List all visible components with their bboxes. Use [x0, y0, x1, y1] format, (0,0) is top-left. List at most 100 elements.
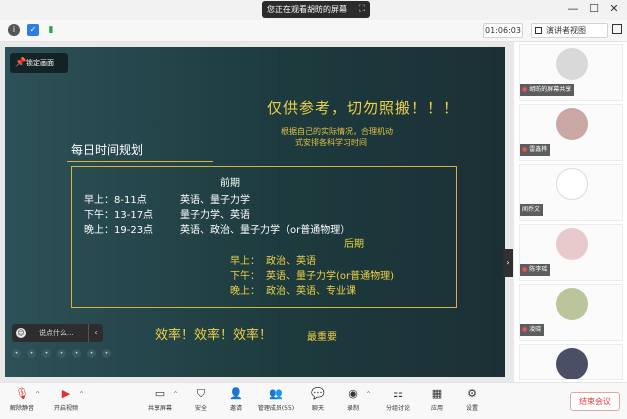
participant-tile[interactable]: ● 胡昉的屏幕共享 [519, 44, 623, 101]
chevron-up-icon[interactable]: ^ [79, 391, 84, 398]
participant-name: 雷鑫桦 [529, 146, 548, 153]
expand-icon[interactable]: ⛶ [359, 1, 365, 18]
avatar [556, 168, 588, 200]
participant-name-strip: ● 雷鑫桦 [520, 144, 551, 156]
early-evening-subjects: 英语、政治、量子力学（or普通物理） [180, 225, 351, 236]
participant-tile[interactable]: ● 凌晓 [519, 284, 623, 341]
invite-button[interactable]: 👤 邀请 [216, 387, 256, 419]
draw-tool-icon[interactable]: • [27, 349, 36, 358]
close-button[interactable]: ✕ [607, 2, 621, 16]
participant-panel: ● 胡昉的屏幕共享 ● 雷鑫桦 闻乔文 ● 陈李瑶 ● 凌晓 [515, 42, 627, 382]
text-tool-icon[interactable]: • [42, 349, 51, 358]
speaker-view-button[interactable]: 演讲者视图 [531, 23, 608, 38]
manage-members-button[interactable]: 👥 管理成员(55) [256, 387, 296, 419]
participant-tile[interactable]: ● 陈李瑶 [519, 224, 623, 281]
avatar [556, 348, 588, 379]
screen-share-banner[interactable]: 您正在观看胡昉的屏幕 ⛶ [262, 1, 370, 18]
apps-label: 应用 [430, 405, 443, 412]
participant-tile[interactable]: 闻乔文 [519, 164, 623, 221]
late-morning-subjects: 政治、英语 [266, 256, 316, 267]
late-afternoon-subjects: 英语、量子力学(or普通物理) [266, 271, 395, 282]
participant-tile[interactable]: ● 雷鑫桦 [519, 104, 623, 161]
comment-bar[interactable]: ☺ 说点什么... ‹ [12, 324, 103, 342]
late-phase-heading: 后期 [344, 239, 364, 250]
maximize-button[interactable]: ☐ [587, 2, 601, 16]
participant-name: 陈李瑶 [529, 266, 548, 273]
eraser-tool-icon[interactable]: • [57, 349, 66, 358]
lock-view-button[interactable]: 📌 锁定画面 [10, 53, 68, 73]
record-icon: ◉ [348, 387, 358, 400]
invite-label: 邀请 [229, 405, 242, 412]
invite-icon: 👤 [229, 387, 243, 400]
video-off-icon: ▶ [61, 387, 71, 400]
end-meeting-button[interactable]: 结束会议 [570, 392, 620, 411]
info-icon[interactable]: i [8, 24, 20, 36]
participant-tile[interactable] [519, 344, 623, 380]
early-evening-time: 晚上：19-23点 [84, 225, 154, 236]
late-morning-time: 早上： [230, 256, 260, 267]
chat-icon: 💬 [311, 387, 325, 400]
pointer-tool-icon[interactable]: • [12, 349, 21, 358]
shared-screen-stage: 📌 锁定画面 仅供参考，切勿照搬！！！ 根据自己的实际情况，合理机动 式安排各科… [0, 42, 514, 382]
participant-name: 闻乔文 [522, 206, 541, 213]
undo-tool-icon[interactable]: • [87, 349, 96, 358]
grid-icon [535, 27, 542, 34]
late-evening-time: 晚上： [230, 286, 260, 297]
panel-toggle-icon[interactable]: › [503, 249, 513, 277]
collapse-arrow-icon[interactable]: ‹ [88, 324, 103, 342]
apps-button[interactable]: ▦ 应用 [417, 387, 457, 419]
settings-button[interactable]: ⚙ 设置 [452, 387, 492, 419]
participant-name-strip: ● 陈李瑶 [520, 264, 551, 276]
minimize-button[interactable]: — [566, 2, 580, 16]
chevron-up-icon[interactable]: ^ [366, 391, 371, 398]
slogan: 效率！效率！效率！ [155, 328, 273, 343]
participant-name: 胡昉的屏幕共享 [529, 86, 572, 93]
lock-view-label: 锁定画面 [26, 59, 54, 67]
chevron-up-icon[interactable]: ^ [173, 391, 178, 398]
share-screen-icon: ▭ [154, 387, 166, 400]
start-video-button[interactable]: ▶ 开启视频 ^ [46, 387, 86, 419]
signal-icon[interactable]: ▮ [45, 24, 57, 36]
early-afternoon-subjects: 量子力学、英语 [180, 210, 250, 221]
security-button[interactable]: ⛉ 安全 [181, 387, 221, 419]
meeting-controls-bar: 🎙 解除静音 ^ ▶ 开启视频 ^ ▭ 共享屏幕 ^ ⛉ 安全 👤 邀请 👥 管… [0, 382, 627, 419]
participant-name: 凌晓 [529, 326, 542, 333]
shield-icon[interactable]: ✓ [27, 24, 39, 36]
note-line-2: 式安排各科学习时间 [295, 138, 367, 147]
breakout-rooms-label: 分组讨论 [385, 405, 410, 412]
manage-members-label: 管理成员(55) [257, 405, 295, 412]
share-screen-button[interactable]: ▭ 共享屏幕 ^ [140, 387, 180, 419]
comment-input[interactable]: 说点什么... [39, 324, 74, 342]
avatar [556, 228, 588, 260]
chevron-up-icon[interactable]: ^ [35, 391, 40, 398]
participant-name-strip: 闻乔文 [520, 204, 544, 216]
color-tool-icon[interactable]: • [72, 349, 81, 358]
shared-slide: 📌 锁定画面 仅供参考，切勿照搬！！！ 根据自己的实际情况，合理机动 式安排各科… [5, 47, 505, 377]
mic-muted-icon: ● [522, 146, 528, 153]
record-button[interactable]: ◉ 录制 ^ [333, 387, 373, 419]
early-afternoon-time: 下午：13-17点 [84, 210, 154, 221]
emoji-icon[interactable]: ☺ [16, 328, 26, 338]
schedule-box: 前期 早上：8-11点 英语、量子力学 下午：13-17点 量子力学、英语 晚上… [71, 166, 457, 308]
breakout-rooms-button[interactable]: ⚏ 分组讨论 [378, 387, 418, 419]
unmute-button[interactable]: 🎙 解除静音 ^ [2, 387, 42, 419]
chat-button[interactable]: 💬 聊天 [298, 387, 338, 419]
unmute-label: 解除静音 [9, 405, 34, 412]
early-morning-subjects: 英语、量子力学 [180, 195, 250, 206]
note-line-1: 根据自己的实际情况，合理机动 [281, 127, 393, 136]
members-icon: 👥 [269, 387, 283, 400]
breakout-icon: ⚏ [393, 387, 403, 400]
fullscreen-icon[interactable] [612, 24, 622, 34]
security-icon: ⛉ [196, 387, 206, 400]
avatar [556, 108, 588, 140]
security-label: 安全 [194, 405, 207, 412]
pin-icon: 📌 [15, 58, 27, 68]
late-evening-subjects: 政治、英语、专业课 [266, 286, 356, 297]
apps-icon: ▦ [431, 387, 443, 400]
chat-label: 聊天 [311, 405, 324, 412]
meeting-timer: 01:06:03 [483, 23, 523, 38]
share-screen-label: 共享屏幕 [147, 405, 172, 412]
save-tool-icon[interactable]: • [102, 349, 111, 358]
mic-muted-icon: ● [522, 266, 528, 273]
participant-name-strip: ● 凌晓 [520, 324, 545, 336]
